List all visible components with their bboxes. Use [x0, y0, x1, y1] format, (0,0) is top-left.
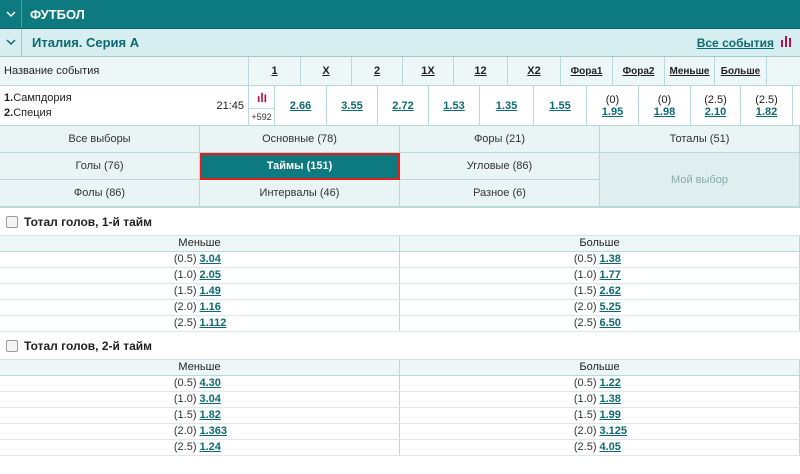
filter-fora[interactable]: Форы (21): [400, 126, 600, 153]
table-row: (1.5) 1.82 (1.5) 1.99: [0, 408, 800, 424]
chevron-down-icon[interactable]: [0, 0, 22, 28]
odd-under[interactable]: 3.04: [200, 393, 221, 405]
odd-over[interactable]: 1.38: [600, 393, 621, 405]
odd-w1[interactable]: 2.66: [290, 100, 311, 112]
filter-misc[interactable]: Разное (6): [400, 180, 600, 207]
odd-over[interactable]: 1.82: [756, 106, 777, 118]
market-checkbox[interactable]: [6, 339, 18, 352]
stats-icon[interactable]: [249, 86, 274, 108]
col-header-2[interactable]: 2: [352, 57, 403, 85]
odd-over[interactable]: 1.22: [600, 377, 621, 389]
odd-over[interactable]: 1.38: [600, 253, 621, 265]
table-row: (2.5) 1.24 (2.5) 4.05: [0, 440, 800, 456]
odd-under[interactable]: 1.363: [200, 425, 228, 437]
event-time: 21:45: [216, 99, 244, 112]
market-title-bar: Тотал голов, 1-й тайм: [0, 208, 800, 236]
chevron-down-icon[interactable]: [0, 29, 22, 56]
odd-over[interactable]: 1.99: [600, 409, 621, 421]
table-row: (1.0) 3.04 (1.0) 1.38: [0, 392, 800, 408]
table-row: (1.0) 2.05 (1.0) 1.77: [0, 268, 800, 284]
filter-fouls[interactable]: Фолы (86): [0, 180, 200, 207]
odd-1x[interactable]: 1.53: [443, 100, 464, 112]
event-name-header: Название события: [0, 57, 249, 85]
odd-under[interactable]: 1.16: [200, 301, 221, 313]
table-row: (2.5) 1.112 (2.5) 6.50: [0, 316, 800, 332]
more-markets-link[interactable]: +592: [249, 108, 274, 125]
col-header-1[interactable]: 1: [249, 57, 301, 85]
under-header: Меньше: [0, 360, 400, 375]
market-checkbox[interactable]: [6, 215, 18, 228]
over-total: (2.5): [755, 93, 778, 106]
col-header-under[interactable]: Меньше: [665, 57, 715, 85]
odd-over[interactable]: 6.50: [600, 317, 621, 329]
all-events-link[interactable]: Все события: [697, 36, 774, 50]
filter-totals[interactable]: Тоталы (51): [600, 126, 800, 153]
odd-under[interactable]: 1.24: [200, 441, 221, 453]
event-stats[interactable]: +592: [248, 86, 275, 125]
fora2-handicap: (0): [657, 93, 672, 106]
stats-icon[interactable]: [780, 35, 792, 50]
filter-intervals[interactable]: Интервалы (46): [200, 180, 400, 207]
odd-over[interactable]: 3.125: [600, 425, 628, 437]
odd-x[interactable]: 3.55: [341, 100, 362, 112]
market-filters: Все выборы Основные (78) Форы (21) Тотал…: [0, 126, 800, 208]
odds-header: Название события 1 X 2 1X 12 X2 Фора1 Фо…: [0, 57, 800, 86]
odd-fora1[interactable]: 1.95: [602, 106, 623, 118]
fora1-handicap: (0): [605, 93, 620, 106]
market-title: Тотал голов, 1-й тайм: [24, 214, 153, 229]
odd-over[interactable]: 4.05: [600, 441, 621, 453]
team2-name: Специя: [13, 106, 52, 119]
odd-under[interactable]: 2.10: [705, 106, 726, 118]
filter-my-choice[interactable]: Мой выбор: [600, 153, 800, 207]
filter-all[interactable]: Все выборы: [0, 126, 200, 153]
under-total: (2.5): [704, 93, 727, 106]
table-row: (1.5) 1.49 (1.5) 2.62: [0, 284, 800, 300]
col-header-fora1[interactable]: Фора1: [561, 57, 613, 85]
col-header-over[interactable]: Больше: [715, 57, 767, 85]
col-header-12[interactable]: 12: [454, 57, 508, 85]
over-header: Больше: [400, 360, 800, 375]
table-row: (2.0) 1.16 (2.0) 5.25: [0, 300, 800, 316]
table-row: (0.5) 3.04 (0.5) 1.38: [0, 252, 800, 268]
odd-12[interactable]: 1.35: [496, 100, 517, 112]
odd-x2[interactable]: 1.55: [549, 100, 570, 112]
odd-under[interactable]: 3.04: [200, 253, 221, 265]
event-row: 1.Сампдория 2.Специя 21:45 +592 2.66 3.5…: [0, 86, 800, 126]
market-1st-half-total: Тотал голов, 1-й тайм Меньше Больше (0.5…: [0, 208, 800, 332]
market-2nd-half-total: Тотал голов, 2-й тайм Меньше Больше (0.5…: [0, 332, 800, 456]
over-header: Больше: [400, 236, 800, 251]
table-row: (0.5) 4.30 (0.5) 1.22: [0, 376, 800, 392]
team1-name: Сампдория: [13, 91, 72, 104]
filter-main[interactable]: Основные (78): [200, 126, 400, 153]
odd-under[interactable]: 1.82: [200, 409, 221, 421]
odd-under[interactable]: 2.05: [200, 269, 221, 281]
league-header[interactable]: Италия. Серия А Все события: [0, 29, 800, 57]
odd-under[interactable]: 4.30: [200, 377, 221, 389]
event-teams[interactable]: 1.Сампдория 2.Специя: [0, 86, 210, 125]
filter-goals[interactable]: Голы (76): [0, 153, 200, 180]
table-row: (2.0) 1.363 (2.0) 3.125: [0, 424, 800, 440]
odd-fora2[interactable]: 1.98: [654, 106, 675, 118]
sport-title: ФУТБОЛ: [30, 6, 85, 22]
filter-corners[interactable]: Угловые (86): [400, 153, 600, 180]
odd-under[interactable]: 1.49: [200, 285, 221, 297]
market-title: Тотал голов, 2-й тайм: [24, 338, 153, 353]
odd-under[interactable]: 1.112: [200, 317, 227, 329]
sport-header[interactable]: ФУТБОЛ: [0, 0, 800, 29]
col-header-x[interactable]: X: [301, 57, 352, 85]
odd-over[interactable]: 1.77: [600, 269, 621, 281]
market-title-bar: Тотал голов, 2-й тайм: [0, 332, 800, 360]
under-header: Меньше: [0, 236, 400, 251]
league-title: Италия. Серия А: [32, 35, 140, 50]
col-header-x2[interactable]: X2: [508, 57, 561, 85]
odd-over[interactable]: 2.62: [600, 285, 621, 297]
col-header-fora2[interactable]: Фора2: [613, 57, 665, 85]
odd-w2[interactable]: 2.72: [392, 100, 413, 112]
col-header-1x[interactable]: 1X: [403, 57, 454, 85]
odd-over[interactable]: 5.25: [600, 301, 621, 313]
filter-halves[interactable]: Таймы (151): [200, 153, 400, 180]
